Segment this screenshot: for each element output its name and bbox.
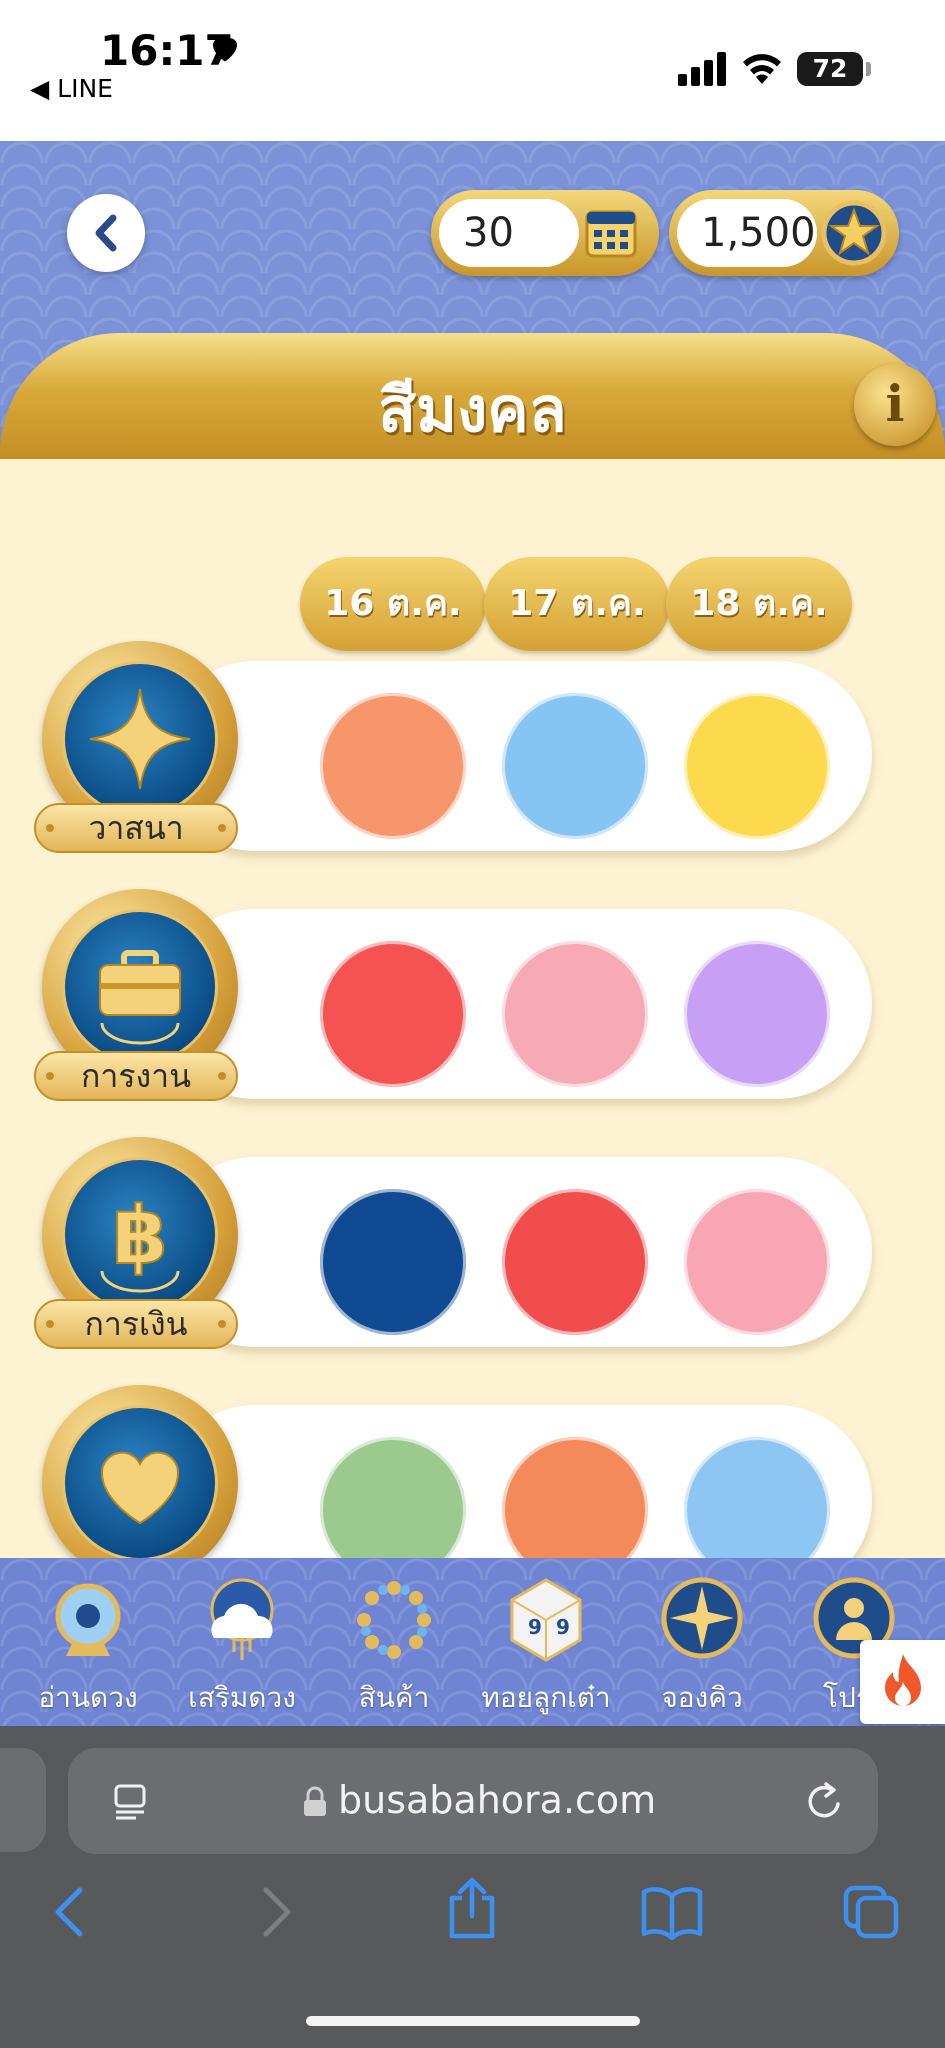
nav-item-read-fortune[interactable]: อ่านดวง: [12, 1576, 164, 1726]
svg-text:9: 9: [528, 1615, 542, 1639]
reload-icon[interactable]: [804, 1780, 844, 1822]
nav-item-booking[interactable]: จองคิว: [626, 1576, 778, 1726]
category-row-fortune: วาสนา: [0, 641, 945, 853]
url-text: busabahora.com: [338, 1778, 657, 1822]
color-swatch: [684, 941, 830, 1087]
info-button[interactable]: i: [854, 364, 936, 446]
forward-nav-icon[interactable]: [256, 1884, 296, 1940]
title-ribbon: สีมงคล: [0, 333, 945, 459]
star-coin-icon: [821, 200, 887, 266]
bottom-nav: อ่านดวง เสริมดวง สินค้า 9 9 ทอยลูกเต๋า จ…: [0, 1558, 945, 1726]
cellular-signal-icon: [678, 52, 726, 86]
date-header-2: 17 ต.ค.: [484, 557, 670, 651]
nav-item-dice[interactable]: 9 9 ทอยลูกเต๋า: [470, 1576, 622, 1726]
bookmarks-icon[interactable]: [640, 1884, 704, 1940]
previous-tab-preview[interactable]: [0, 1748, 46, 1852]
category-label: การงาน: [34, 1051, 238, 1101]
color-swatch: [320, 693, 466, 839]
baht-icon: ฿: [100, 1188, 180, 1293]
color-swatch: [684, 693, 830, 839]
battery-indicator: 72: [797, 52, 863, 86]
address-bar[interactable]: busabahora.com: [68, 1748, 878, 1854]
svg-text:฿: ฿: [112, 1189, 168, 1282]
color-swatch: [502, 693, 648, 839]
category-label: การเงิน: [34, 1299, 238, 1349]
days-value: 30: [439, 199, 579, 267]
reader-mode-icon[interactable]: [110, 1782, 150, 1822]
date-header-1: 16 ต.ค.: [300, 557, 486, 651]
color-swatch: [320, 1189, 466, 1335]
category-badge: [42, 1385, 238, 1559]
browser-chrome: busabahora.com: [0, 1726, 945, 2048]
lucky-color-table: 16 ต.ค. 17 ต.ค. 18 ต.ค. วาสนา การงาน ฿ ก…: [0, 459, 945, 1559]
back-button[interactable]: [67, 194, 145, 272]
category-row-work: การงาน: [0, 889, 945, 1101]
lock-icon: [304, 1786, 326, 1816]
nav-label: จองคิว: [661, 1681, 743, 1714]
nav-label: เสริมดวง: [188, 1681, 296, 1714]
calendar-icon: [585, 210, 637, 258]
fire-icon: [885, 1654, 921, 1706]
briefcase-icon: [99, 950, 181, 1045]
home-indicator[interactable]: [306, 2016, 640, 2026]
nav-label: อ่านดวง: [38, 1681, 138, 1714]
days-counter[interactable]: 30: [431, 190, 659, 276]
heart-icon: [100, 1451, 180, 1525]
heart-icon: [213, 38, 237, 62]
svg-text:9: 9: [556, 1615, 570, 1639]
nav-label: ทอยลูกเต๋า: [481, 1681, 611, 1714]
sparkle-star-icon: [89, 688, 191, 790]
wifi-icon: [743, 54, 781, 84]
coin-value: 1,500: [677, 199, 817, 267]
category-label: วาสนา: [34, 803, 238, 853]
chevron-left-icon: [95, 214, 117, 252]
nav-label: สินค้า: [358, 1681, 430, 1714]
category-row-finance: ฿ การเงิน: [0, 1137, 945, 1349]
color-swatch: [320, 941, 466, 1087]
color-swatch: [502, 941, 648, 1087]
back-to-line-link[interactable]: ◀ LINE: [30, 74, 113, 103]
nav-item-boost-fortune[interactable]: เสริมดวง: [166, 1576, 318, 1726]
page-title: สีมงคล: [378, 373, 567, 446]
color-swatch: [502, 1189, 648, 1335]
hot-promo-button[interactable]: [860, 1640, 945, 1724]
bead-bracelet-icon: [357, 1581, 431, 1659]
nav-item-products[interactable]: สินค้า: [318, 1576, 470, 1726]
battery-tip: [866, 62, 871, 76]
status-bar: 16:17 ◀ LINE 72: [0, 0, 945, 141]
back-nav-icon[interactable]: [50, 1884, 90, 1940]
date-header-3: 18 ต.ค.: [666, 557, 852, 651]
color-swatch: [684, 1189, 830, 1335]
dice-icon: 9 9: [510, 1578, 582, 1662]
share-icon[interactable]: [444, 1876, 500, 1940]
info-icon: i: [885, 374, 905, 433]
category-row-love: [0, 1385, 945, 1559]
tabs-icon[interactable]: [842, 1884, 902, 1940]
coin-balance[interactable]: 1,500: [669, 190, 899, 276]
cloud-shine-icon: [210, 1578, 274, 1660]
compass-icon: [661, 1577, 743, 1659]
crystal-ball-icon: [55, 1583, 121, 1656]
